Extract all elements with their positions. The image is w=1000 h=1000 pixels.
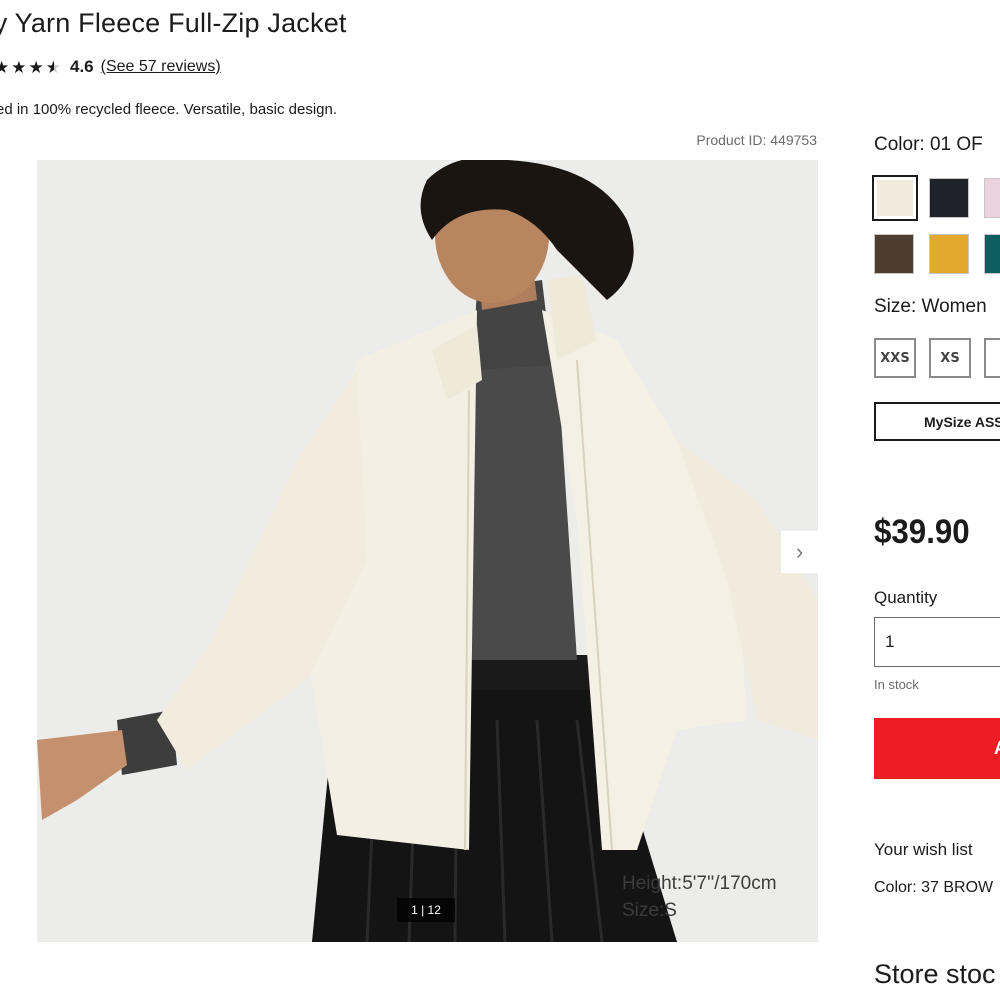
half-star-icon: ★ xyxy=(45,57,61,77)
swatch-off-white[interactable] xyxy=(872,175,918,221)
store-stock-heading: Store stoc xyxy=(874,959,996,989)
product-description: ed in 100% recycled fleece. Versatile, b… xyxy=(0,101,338,118)
mysize-assist-button[interactable]: MySize ASS xyxy=(874,402,1000,441)
reviews-link[interactable]: (See 57 reviews) xyxy=(101,58,221,76)
image-pager: 1 | 12 xyxy=(397,898,455,922)
chevron-right-icon: › xyxy=(795,539,804,564)
model-size: Size:S xyxy=(622,900,677,921)
rating-row: ★ ★ ★ ★ 4.6 (See 57 reviews) xyxy=(0,57,221,77)
wishlist-label: Your wish list xyxy=(874,840,973,859)
star-icon: ★ xyxy=(0,57,10,77)
model-photo xyxy=(37,160,818,942)
swatch-fill xyxy=(875,235,913,273)
star-icon: ★ xyxy=(28,57,44,77)
product-image xyxy=(37,160,818,942)
swatch-pink[interactable] xyxy=(984,178,1000,218)
size-label: Size: Women xyxy=(874,296,987,317)
swatch-navy-black[interactable] xyxy=(929,178,969,218)
size-option-s[interactable] xyxy=(984,338,1000,378)
size-option-xs[interactable]: XS xyxy=(929,338,971,378)
rating-value: 4.6 xyxy=(70,57,94,76)
color-label: Color: 01 OF xyxy=(874,134,983,155)
price: $39.90 xyxy=(874,513,970,551)
wishlist-color: Color: 37 BROW xyxy=(874,879,994,896)
product-id: Product ID: 449753 xyxy=(696,132,817,148)
add-to-cart-button[interactable]: A xyxy=(874,718,1000,779)
product-title: fy Yarn Fleece Full-Zip Jacket xyxy=(0,8,347,38)
quantity-label: Quantity xyxy=(874,588,938,607)
star-icon: ★ xyxy=(11,57,27,77)
quantity-input[interactable] xyxy=(874,617,1000,667)
swatch-fill xyxy=(985,235,1000,273)
swatch-fill xyxy=(930,235,968,273)
model-info: Height:5'7''/170cm Size:S xyxy=(622,870,777,924)
swatch-teal[interactable] xyxy=(984,234,1000,274)
swatch-fill xyxy=(877,180,913,216)
size-option-xxs[interactable]: XXS xyxy=(874,338,916,378)
swatch-yellow[interactable] xyxy=(929,234,969,274)
swatch-fill xyxy=(930,179,968,217)
next-image-button[interactable]: › xyxy=(781,531,818,573)
swatch-brown[interactable] xyxy=(874,234,914,274)
model-height: Height:5'7''/170cm xyxy=(622,873,777,894)
swatch-fill xyxy=(985,179,1000,217)
stock-status: In stock xyxy=(874,677,919,692)
